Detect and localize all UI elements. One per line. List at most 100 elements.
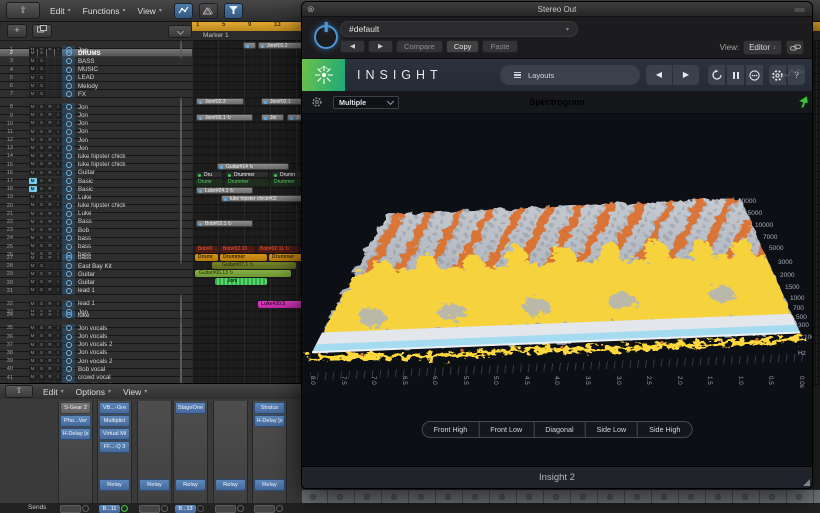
input-monitor-button[interactable]: I bbox=[55, 161, 62, 168]
record-enable-button[interactable]: R bbox=[47, 227, 54, 234]
mute-button[interactable]: M bbox=[29, 129, 37, 136]
track-power-button[interactable] bbox=[62, 262, 75, 270]
menu-functions[interactable]: Functions▾ bbox=[77, 6, 132, 16]
track-row[interactable]: 31MSRIlead 1 bbox=[0, 287, 192, 295]
input-monitor-button[interactable]: I bbox=[55, 202, 62, 209]
record-enable-button[interactable]: R bbox=[47, 366, 54, 373]
minimize-icon[interactable] bbox=[794, 8, 805, 12]
mute-button[interactable]: M bbox=[29, 137, 37, 144]
track-row[interactable]: 4MSMUSIC bbox=[0, 66, 192, 74]
meter-tap-icon[interactable] bbox=[746, 65, 763, 85]
track-power-button[interactable] bbox=[62, 349, 75, 357]
menu-view[interactable]: View▾ bbox=[132, 6, 168, 16]
input-monitor-button[interactable]: I bbox=[55, 243, 62, 250]
region-chip[interactable]: Drummer bbox=[225, 171, 269, 178]
track-power-button[interactable] bbox=[62, 74, 75, 82]
mute-button[interactable]: M bbox=[29, 374, 37, 381]
record-enable-button[interactable]: R bbox=[47, 312, 54, 319]
track-power-button[interactable] bbox=[62, 218, 75, 226]
input-monitor-button[interactable]: I bbox=[55, 219, 62, 226]
view-tab-front-high[interactable]: Front High bbox=[423, 422, 479, 437]
input-monitor-button[interactable]: I bbox=[55, 145, 62, 152]
track-power-button[interactable] bbox=[62, 120, 75, 128]
record-enable-button[interactable]: R bbox=[47, 194, 54, 201]
plugin-slot[interactable]: H-Delay [s bbox=[254, 415, 285, 427]
power-icon[interactable] bbox=[314, 25, 338, 49]
region-chip[interactable]: Guitar#14 ↻ bbox=[217, 163, 289, 170]
track-row[interactable]: 1MSRIJon bbox=[0, 41, 192, 49]
mute-button[interactable]: M bbox=[29, 342, 37, 349]
plugin-slot[interactable]: StageOne bbox=[175, 402, 206, 414]
track-power-button[interactable] bbox=[62, 287, 75, 295]
view-tab-side-high[interactable]: Side High bbox=[637, 422, 691, 437]
record-enable-button[interactable]: R bbox=[47, 287, 54, 294]
track-power-button[interactable] bbox=[62, 278, 75, 286]
region-chip[interactable]: Luke#24.1 ↻ bbox=[196, 187, 253, 194]
track-power-button[interactable] bbox=[62, 332, 75, 340]
duplicate-track-button[interactable] bbox=[32, 24, 52, 38]
mute-button[interactable]: M bbox=[29, 263, 37, 270]
region-chip[interactable]: Bob#02.1 ↻ bbox=[196, 220, 253, 227]
region-chip[interactable]: luke hipster chick#03 bbox=[221, 195, 305, 202]
track-zoom-disclosure-button[interactable] bbox=[168, 25, 192, 38]
input-monitor-button[interactable]: I bbox=[55, 120, 62, 127]
send-slot[interactable] bbox=[139, 505, 160, 513]
track-row[interactable]: 34MSRIluke bbox=[0, 311, 192, 319]
menu-edit[interactable]: Edit▾ bbox=[37, 387, 70, 397]
mute-button[interactable]: M bbox=[29, 194, 37, 201]
input-monitor-button[interactable]: I bbox=[55, 211, 62, 218]
compare-button[interactable]: Compare bbox=[396, 40, 443, 53]
mute-button[interactable]: M bbox=[29, 75, 37, 82]
track-power-button[interactable] bbox=[62, 49, 75, 57]
track-power-button[interactable] bbox=[62, 111, 75, 119]
track-row[interactable]: 8MSRIJon bbox=[0, 98, 192, 106]
mute-button[interactable]: M bbox=[29, 333, 37, 340]
send-knob[interactable] bbox=[237, 505, 244, 512]
input-monitor-button[interactable]: I bbox=[55, 255, 62, 262]
solo-button[interactable]: S bbox=[38, 301, 46, 308]
solo-button[interactable]: S bbox=[38, 58, 46, 65]
plugin-slot[interactable]: Pho...Ver bbox=[60, 415, 91, 427]
region-chip[interactable]: Guitar#06.13 ↻ bbox=[195, 270, 291, 277]
channel-strip[interactable]: StratusH-Delay [sRelay bbox=[252, 401, 287, 503]
input-monitor-button[interactable]: I bbox=[55, 342, 62, 349]
plugin-slot[interactable]: H-Delay [s bbox=[60, 428, 91, 440]
input-monitor-button[interactable]: I bbox=[55, 325, 62, 332]
input-monitor-button[interactable]: I bbox=[55, 312, 62, 319]
solo-button[interactable]: S bbox=[38, 366, 46, 373]
channel-strip[interactable]: S-Gear 2Pho...VerH-Delay [s bbox=[58, 401, 93, 503]
next-preset-button[interactable]: ▶ bbox=[368, 40, 393, 53]
solo-button[interactable]: S bbox=[38, 129, 46, 136]
region-chip[interactable] bbox=[243, 42, 256, 49]
mute-button[interactable]: M bbox=[29, 202, 37, 209]
channel-strip[interactable]: Relay bbox=[213, 401, 248, 503]
region-chip[interactable]: Drummer bbox=[269, 254, 305, 261]
track-row[interactable]: 7MSFX bbox=[0, 90, 192, 98]
send-knob[interactable] bbox=[82, 505, 89, 512]
menu-options[interactable]: Options▾ bbox=[70, 387, 117, 397]
track-power-button[interactable] bbox=[62, 324, 75, 332]
solo-button[interactable]: S bbox=[38, 91, 46, 98]
input-monitor-button[interactable]: I bbox=[55, 374, 62, 381]
plugin-slot[interactable]: Virtual Mi bbox=[99, 428, 130, 440]
track-power-button[interactable] bbox=[62, 161, 75, 169]
record-enable-button[interactable]: R bbox=[47, 202, 54, 209]
mute-button[interactable]: M bbox=[29, 120, 37, 127]
mute-button[interactable]: M bbox=[29, 312, 37, 319]
record-enable-button[interactable]: R bbox=[47, 153, 54, 160]
send-slot[interactable] bbox=[254, 505, 275, 513]
record-enable-button[interactable]: R bbox=[47, 374, 54, 381]
track-power-button[interactable] bbox=[62, 57, 75, 65]
plugin-slot[interactable]: Stratus bbox=[254, 402, 285, 414]
crossfade-icon[interactable] bbox=[199, 3, 218, 19]
plugin-slot-relay[interactable]: Relay bbox=[215, 479, 246, 491]
record-enable-button[interactable]: R bbox=[47, 350, 54, 357]
close-icon[interactable]: ⊗ bbox=[307, 5, 315, 14]
region-chip[interactable]: Joi bbox=[261, 114, 284, 121]
record-enable-button[interactable]: R bbox=[47, 255, 54, 262]
track-power-button[interactable] bbox=[62, 254, 75, 262]
solo-button[interactable]: S bbox=[38, 75, 46, 82]
input-monitor-button[interactable]: I bbox=[55, 170, 62, 177]
automation-icon[interactable] bbox=[174, 3, 193, 19]
record-enable-button[interactable]: R bbox=[47, 137, 54, 144]
